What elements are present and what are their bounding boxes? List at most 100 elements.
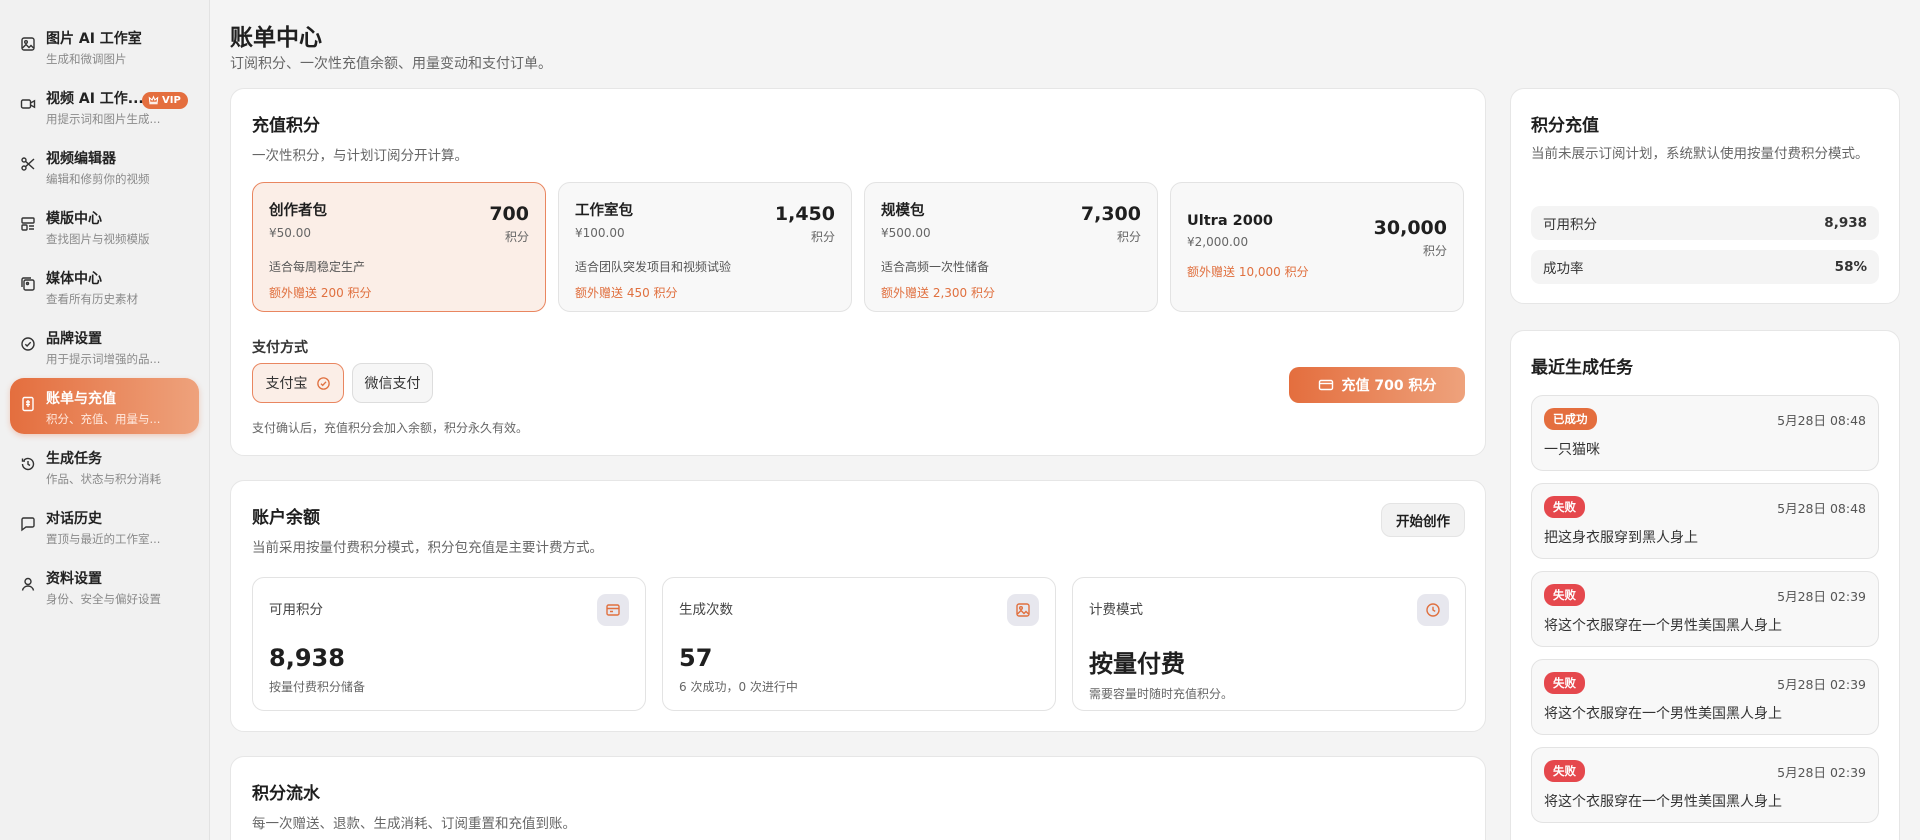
check-circle-icon — [316, 376, 330, 390]
sidebar-item-title: 视频编辑器 — [46, 151, 116, 167]
ledger-title: 积分流水 — [252, 784, 320, 804]
credits-panel: 积分充值 当前未展示订阅计划，系统默认使用按量付费积分模式。 可用积分 8,93… — [1510, 88, 1900, 304]
kv-value: 8,938 — [1824, 215, 1867, 231]
package-desc: 适合团队突发项目和视频试验 — [575, 260, 732, 274]
package-card-ultra[interactable]: Ultra 2000 ¥2,000.00 30,000 积分 额外赠送 10,0… — [1170, 182, 1464, 312]
charge-button[interactable]: 充值 700 积分 — [1289, 367, 1465, 403]
stat-label: 计费模式 — [1089, 602, 1143, 618]
recharge-title: 充值积分 — [252, 116, 320, 136]
package-unit: 积分 — [810, 230, 835, 244]
stat-label: 生成次数 — [679, 602, 733, 618]
stat-label: 可用积分 — [269, 602, 323, 618]
vip-badge-label: VIP — [162, 95, 181, 106]
task-prompt: 将这个衣服穿在一个男性美国黑人身上 — [1544, 618, 1782, 634]
package-bonus: 额外赠送 450 积分 — [575, 286, 678, 300]
sidebar-item-brand[interactable]: 品牌设置 用于提示词增强的品... — [10, 318, 199, 374]
history-icon — [20, 456, 36, 472]
sidebar-item-image-studio[interactable]: 图片 AI 工作室 生成和微调图片 — [10, 18, 199, 74]
wallet-icon — [597, 594, 629, 626]
stat-generation-count: 生成次数 57 6 次成功，0 次进行中 — [662, 577, 1056, 711]
package-credits: 30,000 — [1373, 217, 1447, 239]
stat-value: 57 — [679, 644, 713, 672]
sidebar-item-subtitle: 用提示词和图片生成... — [46, 112, 161, 126]
sidebar-item-subtitle: 生成和微调图片 — [46, 52, 127, 66]
task-prompt: 将这个衣服穿在一个男性美国黑人身上 — [1544, 706, 1782, 722]
crown-icon — [148, 95, 159, 105]
sidebar-item-tasks[interactable]: 生成任务 作品、状态与积分消耗 — [10, 438, 199, 494]
sidebar-item-media[interactable]: 媒体中心 查看所有历史素材 — [10, 258, 199, 314]
stat-available-credits: 可用积分 8,938 按量付费积分储备 — [252, 577, 646, 711]
status-badge: 已成功 — [1544, 408, 1597, 430]
status-badge: 失败 — [1544, 672, 1585, 694]
task-time: 5月28日 02:39 — [1777, 677, 1866, 692]
balance-subtitle: 当前采用按量付费积分模式，积分包充值是主要计费方式。 — [252, 540, 603, 556]
sidebar-item-title: 对话历史 — [46, 511, 102, 527]
status-badge: 失败 — [1544, 584, 1585, 606]
wechat-pay-button[interactable]: 微信支付 — [352, 363, 433, 403]
sidebar-item-templates[interactable]: 模版中心 查找图片与视频模版 — [10, 198, 199, 254]
sidebar: 图片 AI 工作室 生成和微调图片 视频 AI 工作... 用提示词和图片生成.… — [0, 0, 210, 840]
task-item[interactable]: 失败 5月28日 02:39 将这个衣服穿在一个男性美国黑人身上 — [1531, 659, 1879, 735]
credits-row-available: 可用积分 8,938 — [1531, 206, 1879, 240]
sidebar-item-video-editor[interactable]: 视频编辑器 编辑和修剪你的视频 — [10, 138, 199, 194]
sidebar-item-subtitle: 查看所有历史素材 — [46, 292, 138, 306]
sidebar-item-title: 生成任务 — [46, 451, 102, 467]
task-prompt: 将这个衣服穿在一个男性美国黑人身上 — [1544, 794, 1782, 810]
balance-card: 账户余额 当前采用按量付费积分模式，积分包充值是主要计费方式。 开始创作 可用积… — [230, 480, 1486, 732]
sidebar-item-billing[interactable]: 账单与充值 积分、充值、用量与... — [10, 378, 199, 434]
package-card-studio[interactable]: 工作室包 ¥100.00 1,450 积分 适合团队突发项目和视频试验 额外赠送… — [558, 182, 852, 312]
package-unit: 积分 — [504, 230, 529, 244]
recent-tasks-title: 最近生成任务 — [1531, 358, 1633, 378]
task-item[interactable]: 失败 5月28日 02:39 将这个衣服穿在一个男性美国黑人身上 — [1531, 571, 1879, 647]
sidebar-item-title: 图片 AI 工作室 — [46, 31, 142, 47]
recharge-card: 充值积分 一次性积分，与计划订阅分开计算。 创作者包 ¥50.00 700 积分… — [230, 88, 1486, 456]
task-item[interactable]: 已成功 5月28日 08:48 一只猫咪 — [1531, 395, 1879, 471]
package-unit: 积分 — [1422, 244, 1447, 258]
task-time: 5月28日 02:39 — [1777, 765, 1866, 780]
package-price: ¥100.00 — [575, 226, 625, 240]
credits-panel-subtitle: 当前未展示订阅计划，系统默认使用按量付费积分模式。 — [1531, 146, 1869, 162]
stat-note: 6 次成功，0 次进行中 — [679, 680, 798, 694]
clock-icon — [1417, 594, 1449, 626]
recharge-subtitle: 一次性积分，与计划订阅分开计算。 — [252, 148, 468, 164]
image-icon — [1007, 594, 1039, 626]
balance-title: 账户余额 — [252, 508, 320, 528]
gallery-icon — [20, 276, 36, 292]
stat-value: 按量付费 — [1089, 650, 1185, 678]
sidebar-item-chat-history[interactable]: 对话历史 置顶与最近的工作室... — [10, 498, 199, 554]
start-create-button[interactable]: 开始创作 — [1381, 503, 1465, 537]
credits-row-success-rate: 成功率 58% — [1531, 250, 1879, 284]
layout-icon — [20, 216, 36, 232]
sidebar-item-subtitle: 用于提示词增强的品... — [46, 352, 161, 366]
stat-note: 需要容量时随时充值积分。 — [1089, 687, 1234, 701]
alipay-label: 支付宝 — [265, 376, 308, 392]
charge-button-label: 充值 700 积分 — [1341, 378, 1437, 394]
package-card-scale[interactable]: 规模包 ¥500.00 7,300 积分 适合高频一次性储备 额外赠送 2,30… — [864, 182, 1158, 312]
package-unit: 积分 — [1116, 230, 1141, 244]
stat-value: 8,938 — [269, 644, 345, 672]
alipay-button[interactable]: 支付宝 — [252, 363, 344, 403]
recent-tasks-panel: 最近生成任务 已成功 5月28日 08:48 一只猫咪 失败 5月28日 08:… — [1510, 330, 1900, 840]
sidebar-item-profile[interactable]: 资料设置 身份、安全与偏好设置 — [10, 558, 199, 614]
package-price: ¥500.00 — [881, 226, 931, 240]
page-subtitle: 订阅积分、一次性充值余额、用量变动和支付订单。 — [230, 56, 552, 72]
sidebar-item-subtitle: 置顶与最近的工作室... — [46, 532, 161, 546]
task-time: 5月28日 08:48 — [1777, 413, 1866, 428]
task-item[interactable]: 失败 5月28日 02:39 将这个衣服穿在一个男性美国黑人身上 — [1531, 747, 1879, 823]
sidebar-item-subtitle: 积分、充值、用量与... — [46, 412, 161, 426]
video-icon — [20, 96, 36, 112]
wechat-pay-label: 微信支付 — [364, 376, 421, 392]
package-bonus: 额外赠送 200 积分 — [269, 286, 372, 300]
package-credits: 7,300 — [1080, 203, 1141, 225]
ledger-card: 积分流水 每一次赠送、退款、生成消耗、订阅重置和充值到账。 — [230, 756, 1486, 840]
check-circle-icon — [20, 336, 36, 352]
sidebar-item-video-studio[interactable]: 视频 AI 工作... 用提示词和图片生成... VIP — [10, 78, 199, 134]
image-icon — [20, 36, 36, 52]
package-price: ¥50.00 — [269, 226, 311, 240]
scissors-icon — [20, 156, 36, 172]
sidebar-item-title: 资料设置 — [46, 571, 102, 587]
task-item[interactable]: 失败 5月28日 08:48 把这身衣服穿到黑人身上 — [1531, 483, 1879, 559]
package-card-creator[interactable]: 创作者包 ¥50.00 700 积分 适合每周稳定生产 额外赠送 200 积分 — [252, 182, 546, 312]
page-title: 账单中心 — [230, 25, 322, 51]
bill-icon — [20, 396, 36, 412]
